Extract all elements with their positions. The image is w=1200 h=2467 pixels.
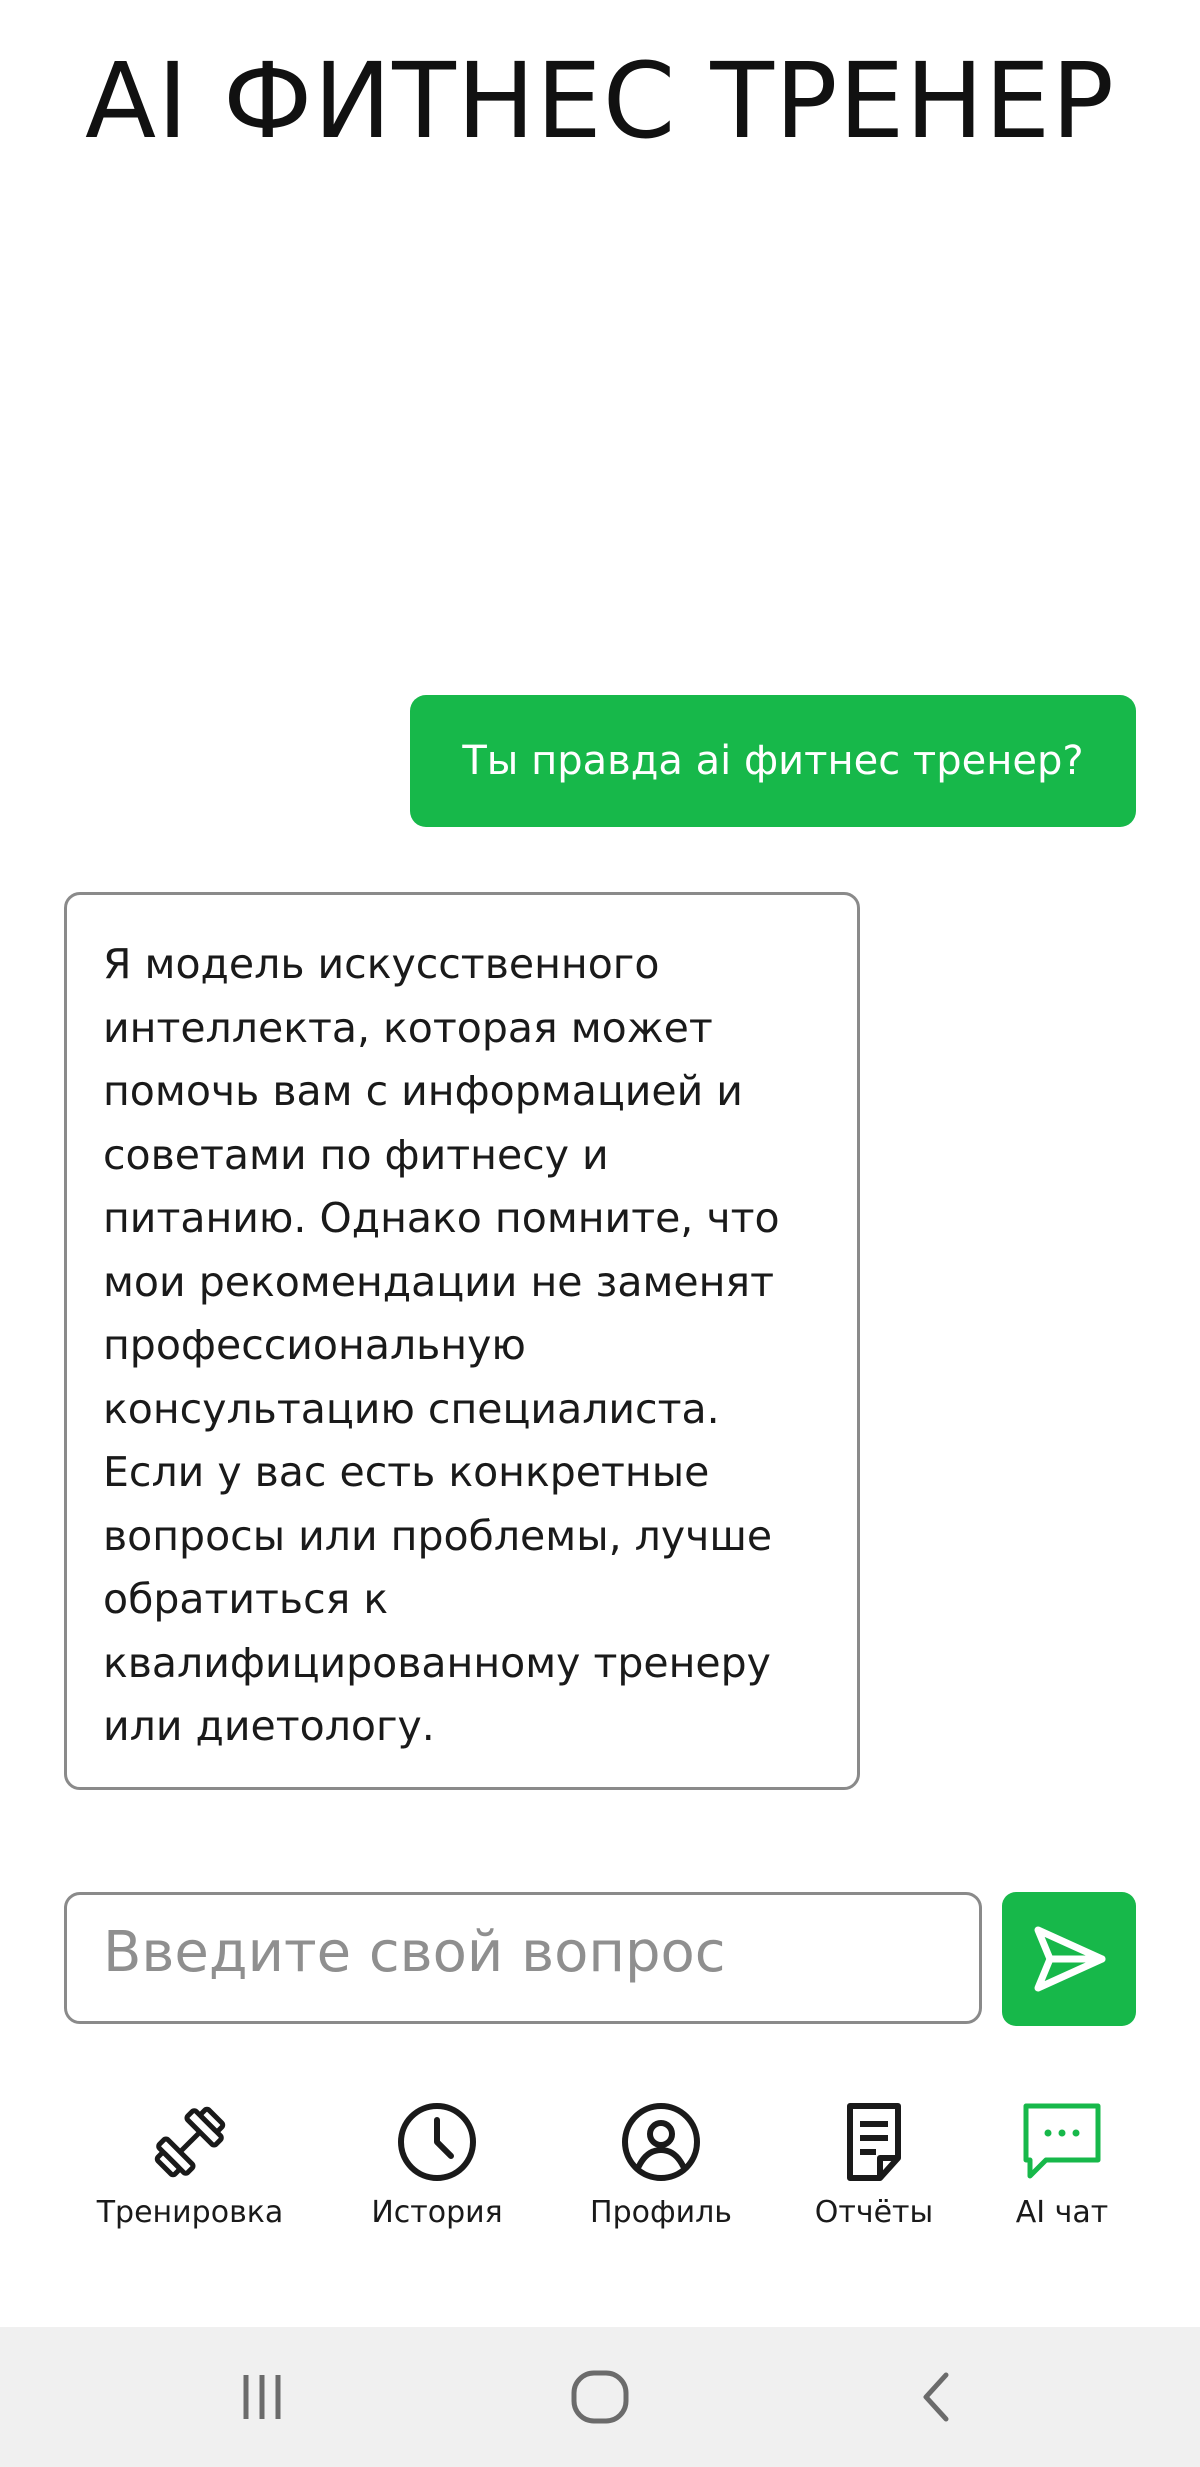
send-button[interactable]	[1002, 1892, 1136, 2026]
nav-label: Отчёты	[814, 2195, 934, 2230]
clock-icon	[392, 2097, 482, 2187]
nav-label: Тренировка	[96, 2195, 284, 2230]
home-button[interactable]	[550, 2357, 650, 2437]
nav-item-profile[interactable]: Профиль	[551, 2085, 771, 2235]
back-button[interactable]	[888, 2357, 988, 2437]
user-circle-icon	[616, 2097, 706, 2187]
page-title: AI ФИТНЕС ТРЕНЕР	[85, 40, 1115, 162]
chat-icon	[1017, 2097, 1107, 2187]
nav-label: AI чат	[1015, 2195, 1109, 2230]
nav-label: Профиль	[590, 2195, 732, 2230]
user-message-text: Ты правда ai фитнес тренер?	[462, 738, 1084, 784]
question-input[interactable]	[67, 1895, 979, 2021]
system-navigation-bar	[0, 2327, 1200, 2467]
dumbbell-icon	[145, 2097, 235, 2187]
ai-message-bubble: Я модель искусственного интеллекта, кото…	[64, 892, 860, 1790]
nav-item-ai-chat[interactable]: AI чат	[952, 2085, 1172, 2235]
send-icon	[1034, 1926, 1106, 1992]
recent-apps-icon	[243, 2375, 281, 2419]
nav-item-reports[interactable]: Отчёты	[764, 2085, 984, 2235]
home-icon	[571, 2370, 629, 2424]
document-icon	[829, 2097, 919, 2187]
bottom-navigation: Тренировка История Профиль Отчёты AI чат	[0, 2085, 1200, 2235]
question-input-container	[64, 1892, 982, 2024]
nav-item-history[interactable]: История	[327, 2085, 547, 2235]
nav-label: История	[371, 2195, 503, 2230]
recent-apps-button[interactable]	[212, 2357, 312, 2437]
nav-item-workout[interactable]: Тренировка	[80, 2085, 300, 2235]
back-icon	[923, 2372, 949, 2422]
app-screen: AI ФИТНЕС ТРЕНЕР Ты правда ai фитнес тре…	[0, 0, 1200, 2467]
user-message-bubble: Ты правда ai фитнес тренер?	[410, 695, 1136, 827]
